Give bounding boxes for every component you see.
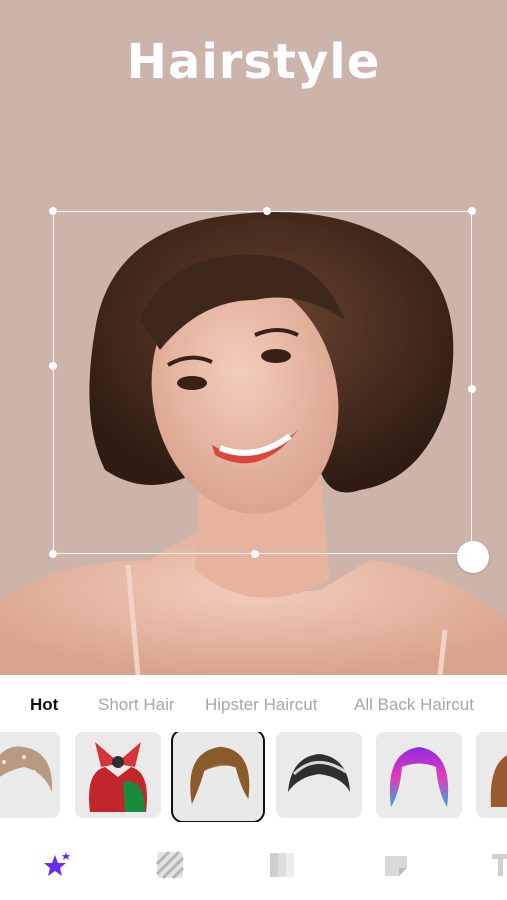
category-tabs: Hot Short Hair Hipster Haircut All Back … — [0, 675, 507, 729]
bottom-toolbar — [0, 830, 507, 900]
rotate-scale-handle[interactable] — [457, 541, 489, 573]
tab-short-hair[interactable]: Short Hair — [98, 695, 175, 715]
gradient-icon[interactable] — [268, 850, 298, 880]
resize-handle-top[interactable] — [263, 207, 271, 215]
sticker-star-icon[interactable] — [42, 850, 72, 880]
hairstyle-thumbnails — [0, 732, 507, 822]
pattern-icon[interactable] — [155, 850, 185, 880]
resize-handle-right[interactable] — [468, 385, 476, 393]
resize-handle-bottom-left[interactable] — [49, 550, 57, 558]
selection-box[interactable] — [49, 207, 476, 558]
resize-handle-top-left[interactable] — [49, 207, 57, 215]
fold-sticker-icon[interactable] — [381, 850, 411, 880]
tab-hipster-haircut[interactable]: Hipster Haircut — [205, 695, 317, 715]
thumb-glitter-wig[interactable] — [0, 732, 60, 818]
page-title: Hairstyle — [126, 34, 381, 90]
tab-all-back-haircut[interactable]: All Back Haircut — [354, 695, 474, 715]
resize-handle-left[interactable] — [49, 362, 57, 370]
thumb-rainbow-bob-wig[interactable] — [376, 732, 462, 818]
thumb-brown-bob-wig[interactable] — [171, 732, 265, 822]
resize-handle-top-right[interactable] — [468, 207, 476, 215]
photo-stage: Hairstyle — [0, 0, 507, 675]
tab-hot[interactable]: Hot — [30, 695, 58, 715]
text-icon[interactable] — [490, 850, 507, 880]
thumb-partial-wig[interactable] — [476, 732, 507, 818]
thumb-silver-short-wig[interactable] — [276, 732, 362, 818]
thumb-bow-wig-red-green[interactable] — [75, 732, 161, 818]
resize-handle-bottom[interactable] — [251, 550, 259, 558]
